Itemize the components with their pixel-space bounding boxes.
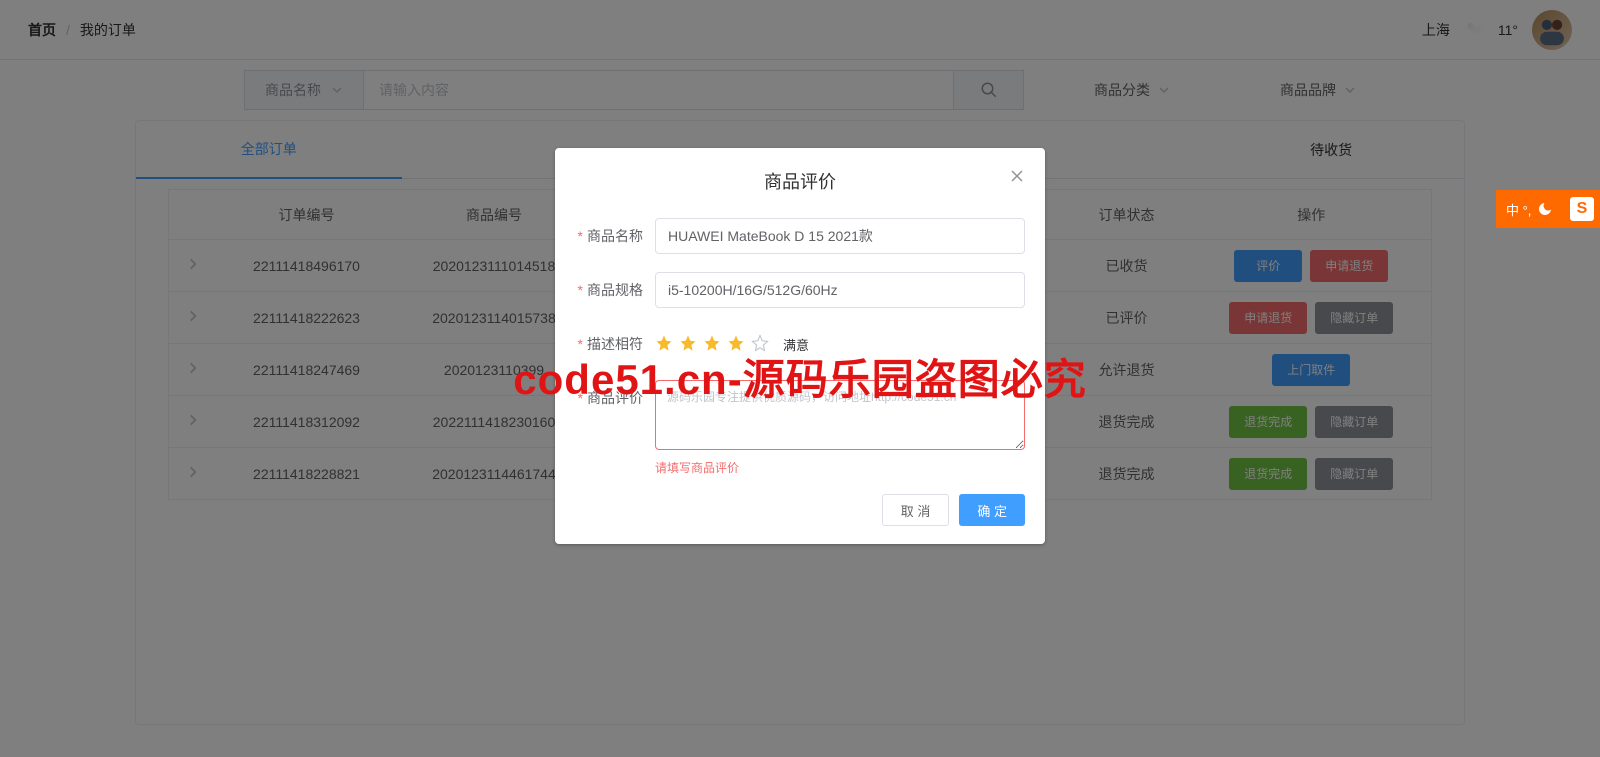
review-textarea[interactable]	[655, 380, 1025, 450]
dialog-title: 商品评价	[575, 168, 1025, 194]
moon-icon	[1537, 201, 1553, 217]
star-icon[interactable]	[727, 334, 745, 355]
label-match: *描述相符	[575, 326, 655, 362]
star-icon[interactable]	[679, 334, 697, 355]
ime-mode: 中 °,	[1506, 200, 1531, 219]
review-error: 请填写商品评价	[655, 459, 1025, 476]
review-dialog: 商品评价 *商品名称 *商品规格 *描述相符 满意 *商品评价 源码乐园专注提供…	[555, 148, 1045, 544]
cancel-button[interactable]: 取 消	[882, 494, 950, 526]
ime-widget[interactable]: 中 °, S	[1496, 190, 1600, 228]
rate-text: 满意	[783, 335, 809, 354]
star-icon[interactable]	[703, 334, 721, 355]
label-review: *商品评价	[575, 380, 655, 416]
modal-overlay: 商品评价 *商品名称 *商品规格 *描述相符 满意 *商品评价 源码乐园专注提供…	[0, 0, 1600, 757]
star-icon[interactable]	[655, 334, 673, 355]
product-name-input[interactable]	[655, 218, 1025, 254]
rating-stars[interactable]: 满意	[655, 326, 1025, 362]
dialog-close-button[interactable]	[1009, 168, 1025, 187]
close-icon	[1009, 168, 1025, 184]
label-product-name: *商品名称	[575, 218, 655, 254]
ime-badge: S	[1570, 197, 1594, 221]
product-spec-input[interactable]	[655, 272, 1025, 308]
star-icon[interactable]	[751, 334, 769, 355]
label-product-spec: *商品规格	[575, 272, 655, 308]
confirm-button[interactable]: 确 定	[959, 494, 1025, 526]
